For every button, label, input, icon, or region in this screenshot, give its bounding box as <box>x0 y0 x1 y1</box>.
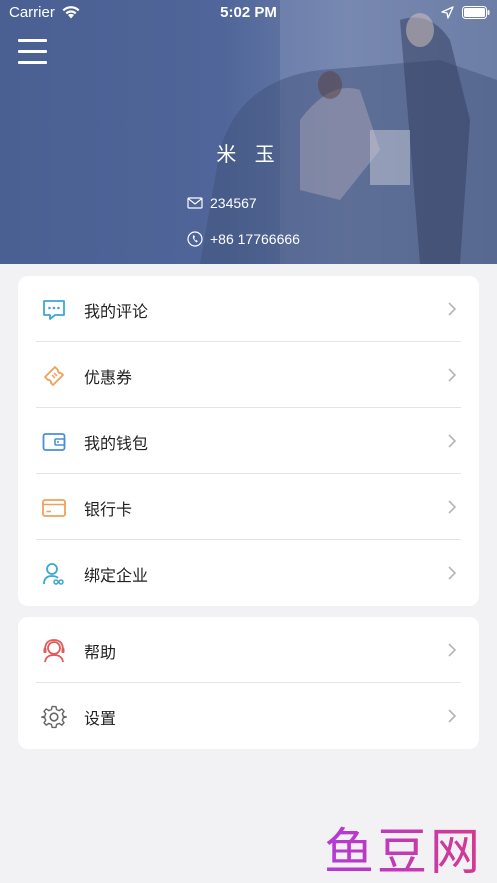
menu-item-label: 优惠券 <box>84 368 133 387</box>
comment-icon <box>43 300 65 320</box>
chevron-right-icon <box>448 434 457 448</box>
battery-icon <box>462 6 490 19</box>
support-menu-card: 帮助 设置 <box>18 617 479 749</box>
menu-item-label: 银行卡 <box>84 500 133 519</box>
location-arrow-icon <box>441 6 454 19</box>
menu-item-coupons[interactable]: 优惠券 <box>18 342 479 408</box>
phone-value: +86 17766666 <box>210 231 300 247</box>
menu-item-my-wallet[interactable]: 我的钱包 <box>18 408 479 474</box>
hamburger-menu-icon[interactable] <box>16 36 50 66</box>
status-bar: Carrier 5:02 PM <box>0 0 497 26</box>
watermark-logo: 鱼豆网 <box>324 812 483 883</box>
phone-row: +86 17766666 <box>187 231 300 247</box>
chevron-right-icon <box>448 643 457 657</box>
bank-card-icon <box>42 499 66 517</box>
user-name: 米 玉 <box>216 142 281 166</box>
email-row: 234567 <box>187 195 257 211</box>
bind-company-icon <box>43 563 64 585</box>
menu-item-label: 我的评论 <box>84 302 149 321</box>
menu-item-label: 我的钱包 <box>84 434 149 453</box>
menu-item-bind-company[interactable]: 绑定企业 <box>18 540 479 606</box>
chevron-right-icon <box>448 566 457 580</box>
chevron-right-icon <box>448 368 457 382</box>
settings-icon <box>41 705 67 729</box>
clock: 5:02 PM <box>220 4 277 21</box>
coupon-icon <box>44 366 64 386</box>
chevron-right-icon <box>448 302 457 316</box>
email-value: 234567 <box>210 195 257 211</box>
wallet-icon <box>42 433 66 451</box>
menu-item-bank-card[interactable]: 银行卡 <box>18 474 479 540</box>
chevron-right-icon <box>448 709 457 723</box>
profile-header: Carrier 5:02 PM 米 玉 234567 +86 17766666 <box>0 0 497 264</box>
help-icon <box>43 639 65 663</box>
menu-item-label: 设置 <box>84 709 117 728</box>
menu-item-help[interactable]: 帮助 <box>18 617 479 683</box>
menu-item-settings[interactable]: 设置 <box>18 683 479 749</box>
account-menu-card: 我的评论 优惠券 我的钱包 银行卡 绑定企业 <box>18 276 479 606</box>
phone-icon <box>187 231 203 247</box>
menu-item-label: 帮助 <box>84 643 117 662</box>
menu-item-label: 绑定企业 <box>84 566 149 585</box>
mail-icon <box>187 197 203 209</box>
menu-item-my-comments[interactable]: 我的评论 <box>18 276 479 342</box>
chevron-right-icon <box>448 500 457 514</box>
header-background-photo <box>200 0 497 264</box>
